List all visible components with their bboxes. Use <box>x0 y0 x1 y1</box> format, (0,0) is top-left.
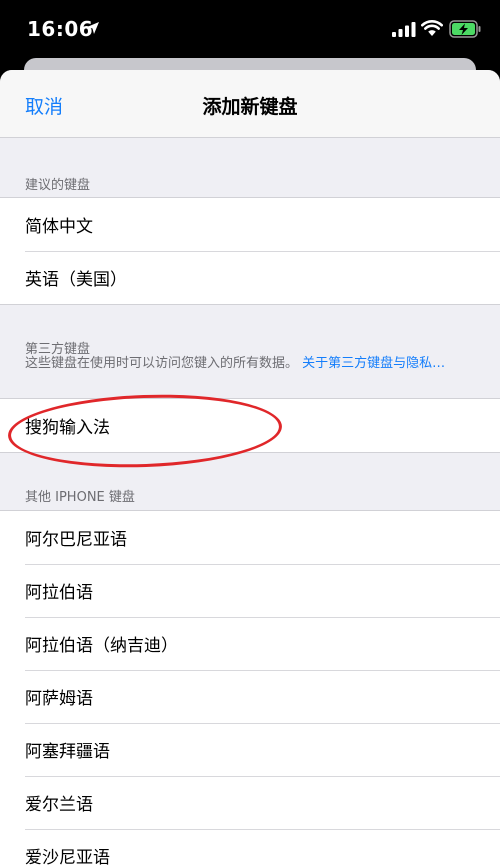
keyboard-label: 爱尔兰语 <box>25 795 93 815</box>
list-item[interactable]: 简体中文 <box>0 198 500 251</box>
third-party-note: 这些键盘在使用时可以访问您键入的所有数据。 关于第三方键盘与隐私… <box>25 354 475 374</box>
list-item[interactable]: 阿塞拜疆语 <box>0 723 500 776</box>
list-item[interactable]: 搜狗输入法 <box>0 399 500 452</box>
list-item[interactable]: 英语（美国） <box>0 251 500 304</box>
privacy-link[interactable]: 关于第三方键盘与隐私… <box>302 356 445 371</box>
list-item[interactable]: 阿拉伯语 <box>0 564 500 617</box>
list-item[interactable]: 阿拉伯语（纳吉迪） <box>0 617 500 670</box>
navigation-bar: 取消 添加新键盘 <box>0 70 500 138</box>
section-header-other: 其他 IPHONE 键盘 <box>25 490 135 505</box>
keyboard-label: 阿塞拜疆语 <box>25 742 110 762</box>
keyboard-label: 爱沙尼亚语 <box>25 848 110 866</box>
status-time: 16:06 <box>27 17 94 41</box>
keyboard-label: 搜狗输入法 <box>25 418 110 438</box>
keyboard-label: 阿拉伯语 <box>25 583 93 603</box>
cellular-signal-icon <box>392 22 416 37</box>
wifi-icon <box>421 20 443 36</box>
page-title: 添加新键盘 <box>202 96 298 118</box>
keyboard-label: 阿萨姆语 <box>25 689 93 709</box>
status-bar: 16:06 <box>0 0 500 58</box>
list-item[interactable]: 阿尔巴尼亚语 <box>0 511 500 564</box>
list-item[interactable]: 阿萨姆语 <box>0 670 500 723</box>
keyboard-label: 简体中文 <box>25 217 93 237</box>
keyboard-label: 阿拉伯语（纳吉迪） <box>25 636 178 656</box>
other-keyboards-list: 阿尔巴尼亚语 阿拉伯语 阿拉伯语（纳吉迪） 阿萨姆语 阿塞拜疆语 爱尔兰语 爱沙… <box>0 510 500 866</box>
location-arrow-icon <box>87 22 99 34</box>
list-item[interactable]: 爱沙尼亚语 <box>0 829 500 866</box>
keyboard-label: 阿尔巴尼亚语 <box>25 530 127 550</box>
suggested-keyboards-list: 简体中文 英语（美国） <box>0 197 500 305</box>
privacy-note-text: 这些键盘在使用时可以访问您键入的所有数据。 <box>25 356 299 371</box>
keyboard-label: 英语（美国） <box>25 270 127 290</box>
third-party-keyboards-list: 搜狗输入法 <box>0 398 500 453</box>
section-header-suggested: 建议的键盘 <box>25 178 91 193</box>
add-keyboard-sheet: 取消 添加新键盘 建议的键盘 简体中文 英语（美国） 第三方键盘 这些键盘在使用… <box>0 70 500 866</box>
list-item[interactable]: 爱尔兰语 <box>0 776 500 829</box>
battery-charging-icon <box>449 20 481 38</box>
